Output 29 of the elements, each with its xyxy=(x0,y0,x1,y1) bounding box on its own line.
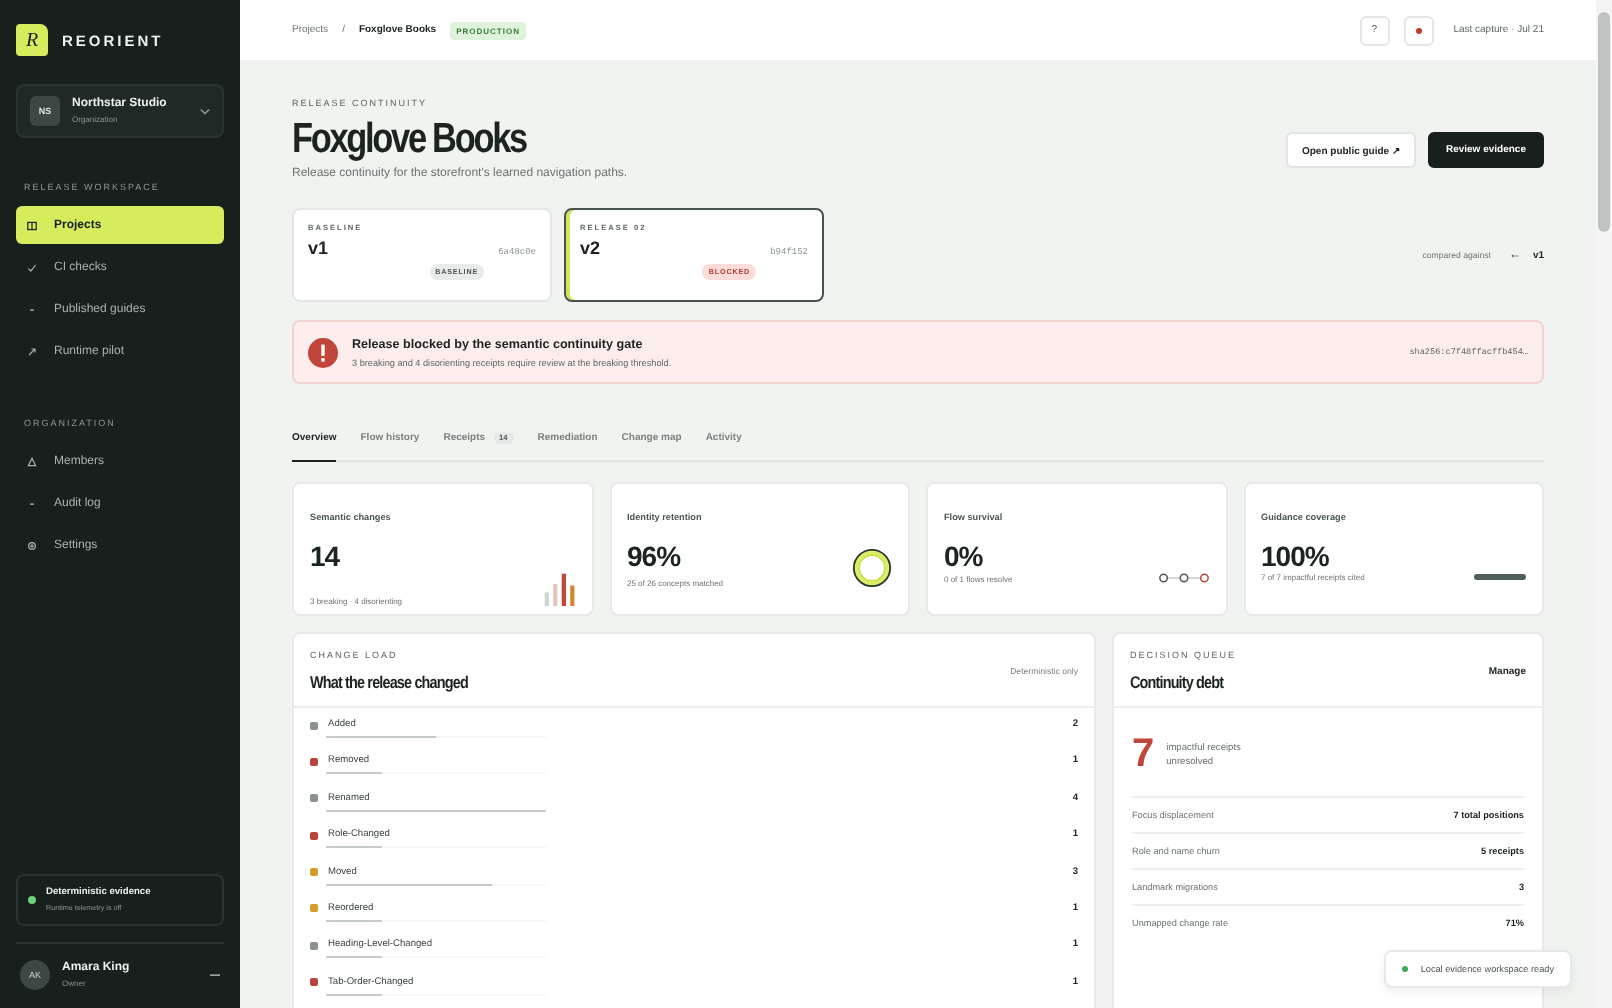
settings-icon xyxy=(26,539,38,551)
logo-mark: R xyxy=(16,24,48,56)
check-icon xyxy=(26,261,38,273)
grid-icon xyxy=(26,219,38,231)
notification-dot-icon xyxy=(1415,27,1422,33)
progress-ring-icon xyxy=(852,548,892,588)
metric-value: 14 xyxy=(310,540,340,572)
version-number: v2 xyxy=(580,238,601,258)
status-dot xyxy=(28,896,36,904)
panel-title: What the release changed xyxy=(310,672,468,692)
notifications-button[interactable] xyxy=(1403,15,1434,45)
metric-value: 0% xyxy=(944,540,983,572)
dash-icon xyxy=(26,303,38,315)
dash-icon xyxy=(26,497,38,509)
version-number: v1 xyxy=(308,238,329,258)
alert-icon xyxy=(308,337,338,367)
caret-icon xyxy=(200,107,210,115)
unresolved-count: 7 xyxy=(1132,732,1155,778)
flow-path-icon xyxy=(1157,572,1209,584)
mini-bar-chart-drawing xyxy=(543,572,575,606)
triangle-icon xyxy=(26,455,38,467)
status-dot xyxy=(1401,965,1409,973)
more-icon[interactable] xyxy=(210,972,220,978)
metric-value: 100% xyxy=(1261,540,1329,572)
metric-value: 96% xyxy=(627,540,681,572)
arrow-icon xyxy=(26,345,38,357)
panel-title: Continuity debt xyxy=(1130,672,1224,692)
coverage-bar-icon xyxy=(1474,574,1526,580)
page-title: Foxglove Books xyxy=(292,118,529,162)
